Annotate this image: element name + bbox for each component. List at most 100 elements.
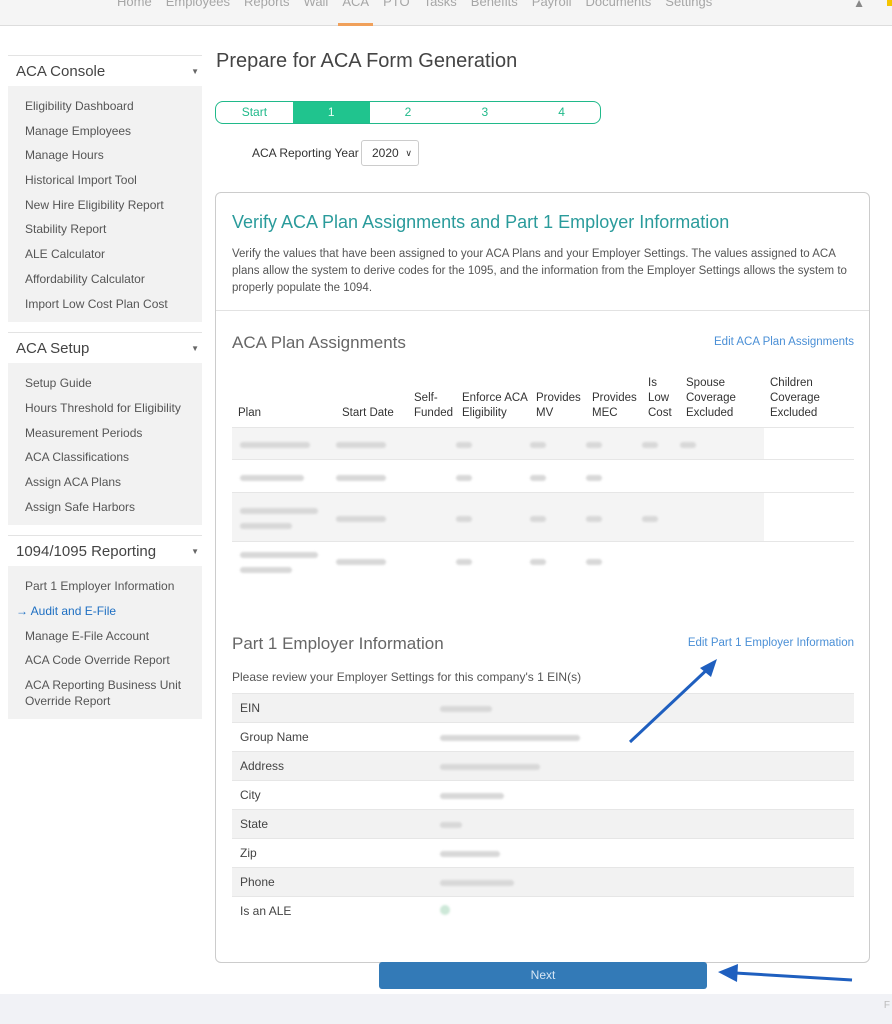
step-4[interactable]: 4 [523,102,600,123]
col-is-low-cost: Is Low Cost [648,377,672,419]
step-2[interactable]: 2 [370,102,447,123]
sidebar-item-measurement-periods[interactable]: Measurement Periods [8,421,202,446]
sidebar-item-manage-efile[interactable]: Manage E-File Account [8,624,202,649]
row-label-zip: Zip [232,838,440,868]
sidebar-section-reporting[interactable]: 1094/1095 Reporting ▼ [8,535,202,566]
sidebar-item-manage-employees[interactable]: Manage Employees [8,119,202,144]
nav-documents[interactable]: Documents [586,0,652,26]
page-footer: F [0,994,892,1024]
section-title: ACA Setup [16,339,90,357]
section-title: 1094/1095 Reporting [16,542,157,560]
page-title: Prepare for ACA Form Generation [216,50,518,72]
table-row: Zip [232,838,854,868]
nav-benefits[interactable]: Benefits [471,0,518,26]
row-label-city: City [232,780,440,810]
col-start-date: Start Date [342,407,394,419]
sidebar-item-code-override[interactable]: ACA Code Override Report [8,648,202,673]
sidebar-item-manage-hours[interactable]: Manage Hours [8,143,202,168]
sidebar-item-eligibility-dashboard[interactable]: Eligibility Dashboard [8,94,202,119]
sidebar-item-label: Audit and E-File [30,604,117,618]
sidebar-item-aca-classifications[interactable]: ACA Classifications [8,445,202,470]
nav-settings[interactable]: Settings [665,0,712,26]
part1-employer-description: Please review your Employer Settings for… [232,670,582,684]
edit-part1-employer-link[interactable]: Edit Part 1 Employer Information [688,637,854,649]
sidebar-item-bu-override[interactable]: ACA Reporting Business Unit Override Rep… [8,673,202,713]
sidebar-item-new-hire-report[interactable]: New Hire Eligibility Report [8,193,202,218]
table-row: State [232,809,854,839]
arrow-right-icon: → [16,604,28,618]
sidebar-item-audit-efile[interactable]: → Audit and E-File [8,599,202,624]
sidebar-section-aca-console[interactable]: ACA Console ▼ [8,55,202,86]
sidebar-item-ale-calculator[interactable]: ALE Calculator [8,242,202,267]
part1-employer-title: Part 1 Employer Information [232,634,444,653]
footer-text: F [883,1000,890,1011]
col-provides-mec: Provides MEC [592,392,637,419]
reporting-year-value: 2020 [372,146,399,160]
table-row [232,427,854,460]
nav-tasks[interactable]: Tasks [424,0,457,26]
annotation-arrowhead [718,964,738,982]
caret-down-icon[interactable]: ▼ [191,344,199,353]
plan-assignments-table: Plan Start Date Self-Funded Enforce ACA … [232,376,854,580]
col-spouse-excluded: Spouse Coverage Excluded [686,377,736,419]
col-enforce-eligibility: Enforce ACA Eligibility [462,392,528,419]
sidebar-section-body: Part 1 Employer Information → Audit and … [8,566,202,720]
edit-plan-assignments-link[interactable]: Edit ACA Plan Assignments [714,336,854,348]
employer-info-table: EIN Group Name Address City State Zip Ph… [232,693,854,926]
sidebar-item-historical-import[interactable]: Historical Import Tool [8,168,202,193]
nav-aca[interactable]: ACA [338,0,373,26]
sidebar: ACA Console ▼ Eligibility Dashboard Mana… [8,55,202,729]
chevron-down-icon: ∨ [405,148,412,158]
col-provides-mv: Provides MV [536,392,581,419]
next-button[interactable]: Next [379,962,707,989]
col-plan: Plan [238,407,262,419]
row-label-phone: Phone [232,867,440,897]
nav-reports[interactable]: Reports [244,0,290,26]
nav-pto[interactable]: PTO [383,0,410,26]
col-self-funded: Self-Funded [414,392,454,419]
sidebar-section-aca-setup[interactable]: ACA Setup ▼ [8,332,202,363]
row-label-is-ale: Is an ALE [232,896,440,926]
nav-payroll[interactable]: Payroll [532,0,572,26]
sidebar-section-body: Setup Guide Hours Threshold for Eligibil… [8,363,202,526]
table-row [232,459,854,493]
sidebar-item-part1-employer[interactable]: Part 1 Employer Information [8,574,202,599]
nav-wall[interactable]: Wall [304,0,329,26]
table-row [232,492,854,542]
top-nav: Home Employees Reports Wall ACA PTO Task… [0,0,892,26]
bell-icon[interactable]: ▲ [853,0,865,10]
panel-description: Verify the values that have been assigne… [232,248,847,294]
row-label-state: State [232,809,440,839]
table-row: Is an ALE [232,896,854,926]
table-row: City [232,780,854,810]
notification-indicator [887,0,892,6]
nav-employees[interactable]: Employees [166,0,230,26]
sidebar-item-stability-report[interactable]: Stability Report [8,217,202,242]
sidebar-item-label: ACA Reporting Business Unit Override Rep… [25,678,182,709]
step-progress: Start 1 2 3 4 [215,101,601,124]
plan-assignments-title: ACA Plan Assignments [232,333,406,352]
top-nav-items: Home Employees Reports Wall ACA PTO Task… [117,0,726,26]
sidebar-item-import-low-cost[interactable]: Import Low Cost Plan Cost [8,292,202,317]
step-start[interactable]: Start [216,102,293,123]
row-label-address: Address [232,751,440,781]
verify-panel: Verify ACA Plan Assignments and Part 1 E… [215,192,870,963]
annotation-arrow-next-button [734,971,853,982]
sidebar-item-assign-safe-harbors[interactable]: Assign Safe Harbors [8,495,202,520]
caret-down-icon[interactable]: ▼ [191,547,199,556]
step-1[interactable]: 1 [292,102,370,123]
table-row: Address [232,751,854,781]
sidebar-item-assign-aca-plans[interactable]: Assign ACA Plans [8,470,202,495]
step-3[interactable]: 3 [446,102,523,123]
sidebar-item-hours-threshold[interactable]: Hours Threshold for Eligibility [8,396,202,421]
table-row: EIN [232,693,854,723]
sidebar-item-setup-guide[interactable]: Setup Guide [8,371,202,396]
table-row: Group Name [232,722,854,752]
divider [216,310,869,311]
nav-home[interactable]: Home [117,0,152,26]
sidebar-section-body: Eligibility Dashboard Manage Employees M… [8,86,202,323]
caret-down-icon[interactable]: ▼ [191,67,199,76]
row-label-ein: EIN [232,693,440,723]
reporting-year-select[interactable]: 2020 ∨ [361,140,419,166]
sidebar-item-affordability-calculator[interactable]: Affordability Calculator [8,267,202,292]
